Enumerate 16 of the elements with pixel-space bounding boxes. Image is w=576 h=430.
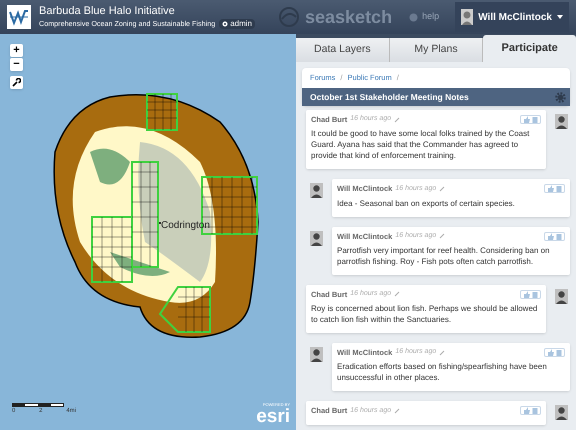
comment-text: Eradication efforts based on fishing/spearfishing have been unsuccessful in other places. [337,361,548,384]
app-title: Barbuda Blue Halo Initiative [39,5,176,19]
tab[interactable]: Participate [483,35,576,62]
zoom-out-button[interactable]: − [10,58,23,71]
comment-text: It could be good to have some local folks trained by the Coast Guard. Ayana has said that the Commander has agreed to provide that kind of enforcement training. [311,128,530,162]
user-menu-button[interactable]: Will McClintock [455,2,569,32]
zoom-in-button[interactable]: + [10,44,23,57]
comment-text: Roy is concerned about lion fish. Perhaps we should be allowed to catch lion fish within the Sanctuaries. [311,303,538,325]
comment-text: Parrotfish very important for reef health. Considering ban on parrotfish fishing. Roy - Fish pots often catch parrotfish. [337,244,551,267]
help-link[interactable]: help [409,10,440,24]
comment-text: Idea - Seasonal ban on exports of certain species. [337,198,516,208]
brand-name: seasketch [305,6,392,28]
tab[interactable]: My Plans [390,38,484,62]
admin-badge[interactable]: admin [219,18,255,29]
tab[interactable]: Data Layers [296,38,390,62]
topic-title: October 1st Stakeholder Meeting Notes [310,90,469,104]
